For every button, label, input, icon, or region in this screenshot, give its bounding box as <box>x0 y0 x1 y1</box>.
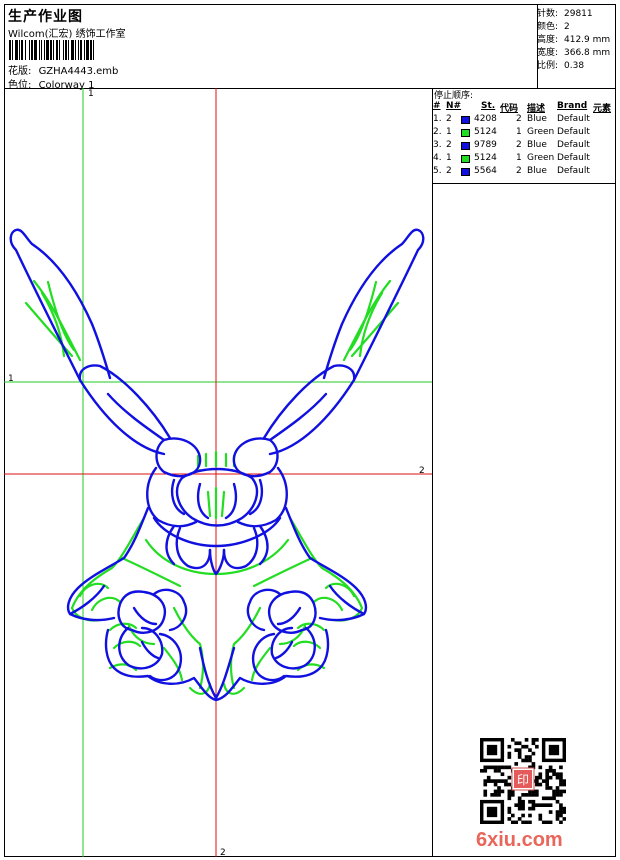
stop-row: 1. 2 4208 2 Blue Default <box>432 114 616 127</box>
stop-index: 3. <box>433 140 442 150</box>
stop-elements: 1 <box>516 153 522 163</box>
meta-stitch-count: 针数: 29811 <box>537 6 593 19</box>
stop-brand: Default <box>557 127 590 137</box>
stop-sequence-header: # N# St. 代码 描述 Brand 元素 <box>432 101 616 114</box>
stop-panel-divider <box>432 183 615 184</box>
panel-divider <box>432 88 433 856</box>
stop-needle: 1 <box>446 127 452 137</box>
col-description: 描述 <box>527 104 546 114</box>
col-code: 代码 <box>500 104 519 114</box>
meta-label: 针数: <box>537 9 559 19</box>
stop-row: 2. 1 5124 1 Green Default <box>432 127 616 140</box>
stop-code: 5124 <box>474 153 497 163</box>
stop-brand: Default <box>557 140 590 150</box>
stop-description: Green <box>527 127 555 137</box>
col-brand: Brand <box>557 101 588 111</box>
col-needle: N# <box>446 101 462 111</box>
stop-code: 9789 <box>474 140 497 150</box>
stop-needle: 1 <box>446 153 452 163</box>
meta-label: 宽度: <box>537 48 559 58</box>
stop-elements: 1 <box>516 127 522 137</box>
meta-value: 366.8 mm <box>564 48 611 58</box>
meta-value: 0.38 <box>564 61 585 71</box>
meta-color-count: 颜色: 2 <box>537 19 570 32</box>
stop-needle: 2 <box>446 166 452 176</box>
stop-elements: 2 <box>516 140 522 150</box>
stop-description: Blue <box>527 140 547 150</box>
stop-row: 3. 2 9789 2 Blue Default <box>432 140 616 153</box>
thread-color-swatch <box>461 129 470 137</box>
guide-label-right-red: 2 <box>419 466 425 476</box>
stop-row: 5. 2 5564 2 Blue Default <box>432 166 616 179</box>
stop-index: 1. <box>433 114 442 124</box>
stop-row: 4. 1 5124 1 Green Default <box>432 153 616 166</box>
stop-description: Blue <box>527 166 547 176</box>
col-stitch: St. <box>481 101 496 111</box>
stop-index: 4. <box>433 153 442 163</box>
qr-stamp-text: 印 <box>517 773 529 787</box>
stop-brand: Default <box>557 166 590 176</box>
meta-label: 高度: <box>537 35 559 45</box>
stop-elements: 2 <box>516 166 522 176</box>
meta-value: 412.9 mm <box>564 35 611 45</box>
stop-description: Blue <box>527 114 547 124</box>
stop-brand: Default <box>557 153 590 163</box>
page-title: 生产作业图 <box>8 9 83 25</box>
meta-value: 29811 <box>564 9 593 19</box>
meta-width: 宽度: 366.8 mm <box>537 45 610 58</box>
thread-color-swatch <box>461 155 470 163</box>
meta-height: 高度: 412.9 mm <box>537 32 610 45</box>
thread-color-swatch <box>461 142 470 150</box>
stop-index: 2. <box>433 127 442 137</box>
stop-index: 5. <box>433 166 442 176</box>
stop-sequence-title: 停止顺序: <box>434 91 474 101</box>
guide-label-top-green: 1 <box>88 89 94 99</box>
meta-value: 2 <box>564 22 570 32</box>
thread-color-swatch <box>461 116 470 124</box>
meta-scale: 比例: 0.38 <box>537 58 584 71</box>
stop-code: 5564 <box>474 166 497 176</box>
design-canvas <box>4 88 432 857</box>
watermark: 6xiu.com <box>476 829 563 851</box>
stop-needle: 2 <box>446 114 452 124</box>
barcode <box>9 40 94 60</box>
col-index: # <box>433 101 441 111</box>
thread-color-swatch <box>461 168 470 176</box>
guide-label-bottom-red: 2 <box>220 848 226 858</box>
stop-elements: 2 <box>516 114 522 124</box>
green-thread-layer <box>24 279 400 695</box>
studio-name: Wilcom(汇宏) 绣饰工作室 <box>8 29 126 40</box>
stop-code: 4208 <box>474 114 497 124</box>
qr-code: 印 <box>480 738 566 824</box>
stop-code: 5124 <box>474 127 497 137</box>
stop-needle: 2 <box>446 140 452 150</box>
stop-brand: Default <box>557 114 590 124</box>
stop-description: Green <box>527 153 555 163</box>
col-elements: 元素 <box>593 104 612 114</box>
design-file: 花版: GZHA4443.emb <box>8 62 118 77</box>
meta-label: 颜色: <box>537 22 559 32</box>
meta-label: 比例: <box>537 61 559 71</box>
guide-label-left-green: 1 <box>8 374 14 384</box>
